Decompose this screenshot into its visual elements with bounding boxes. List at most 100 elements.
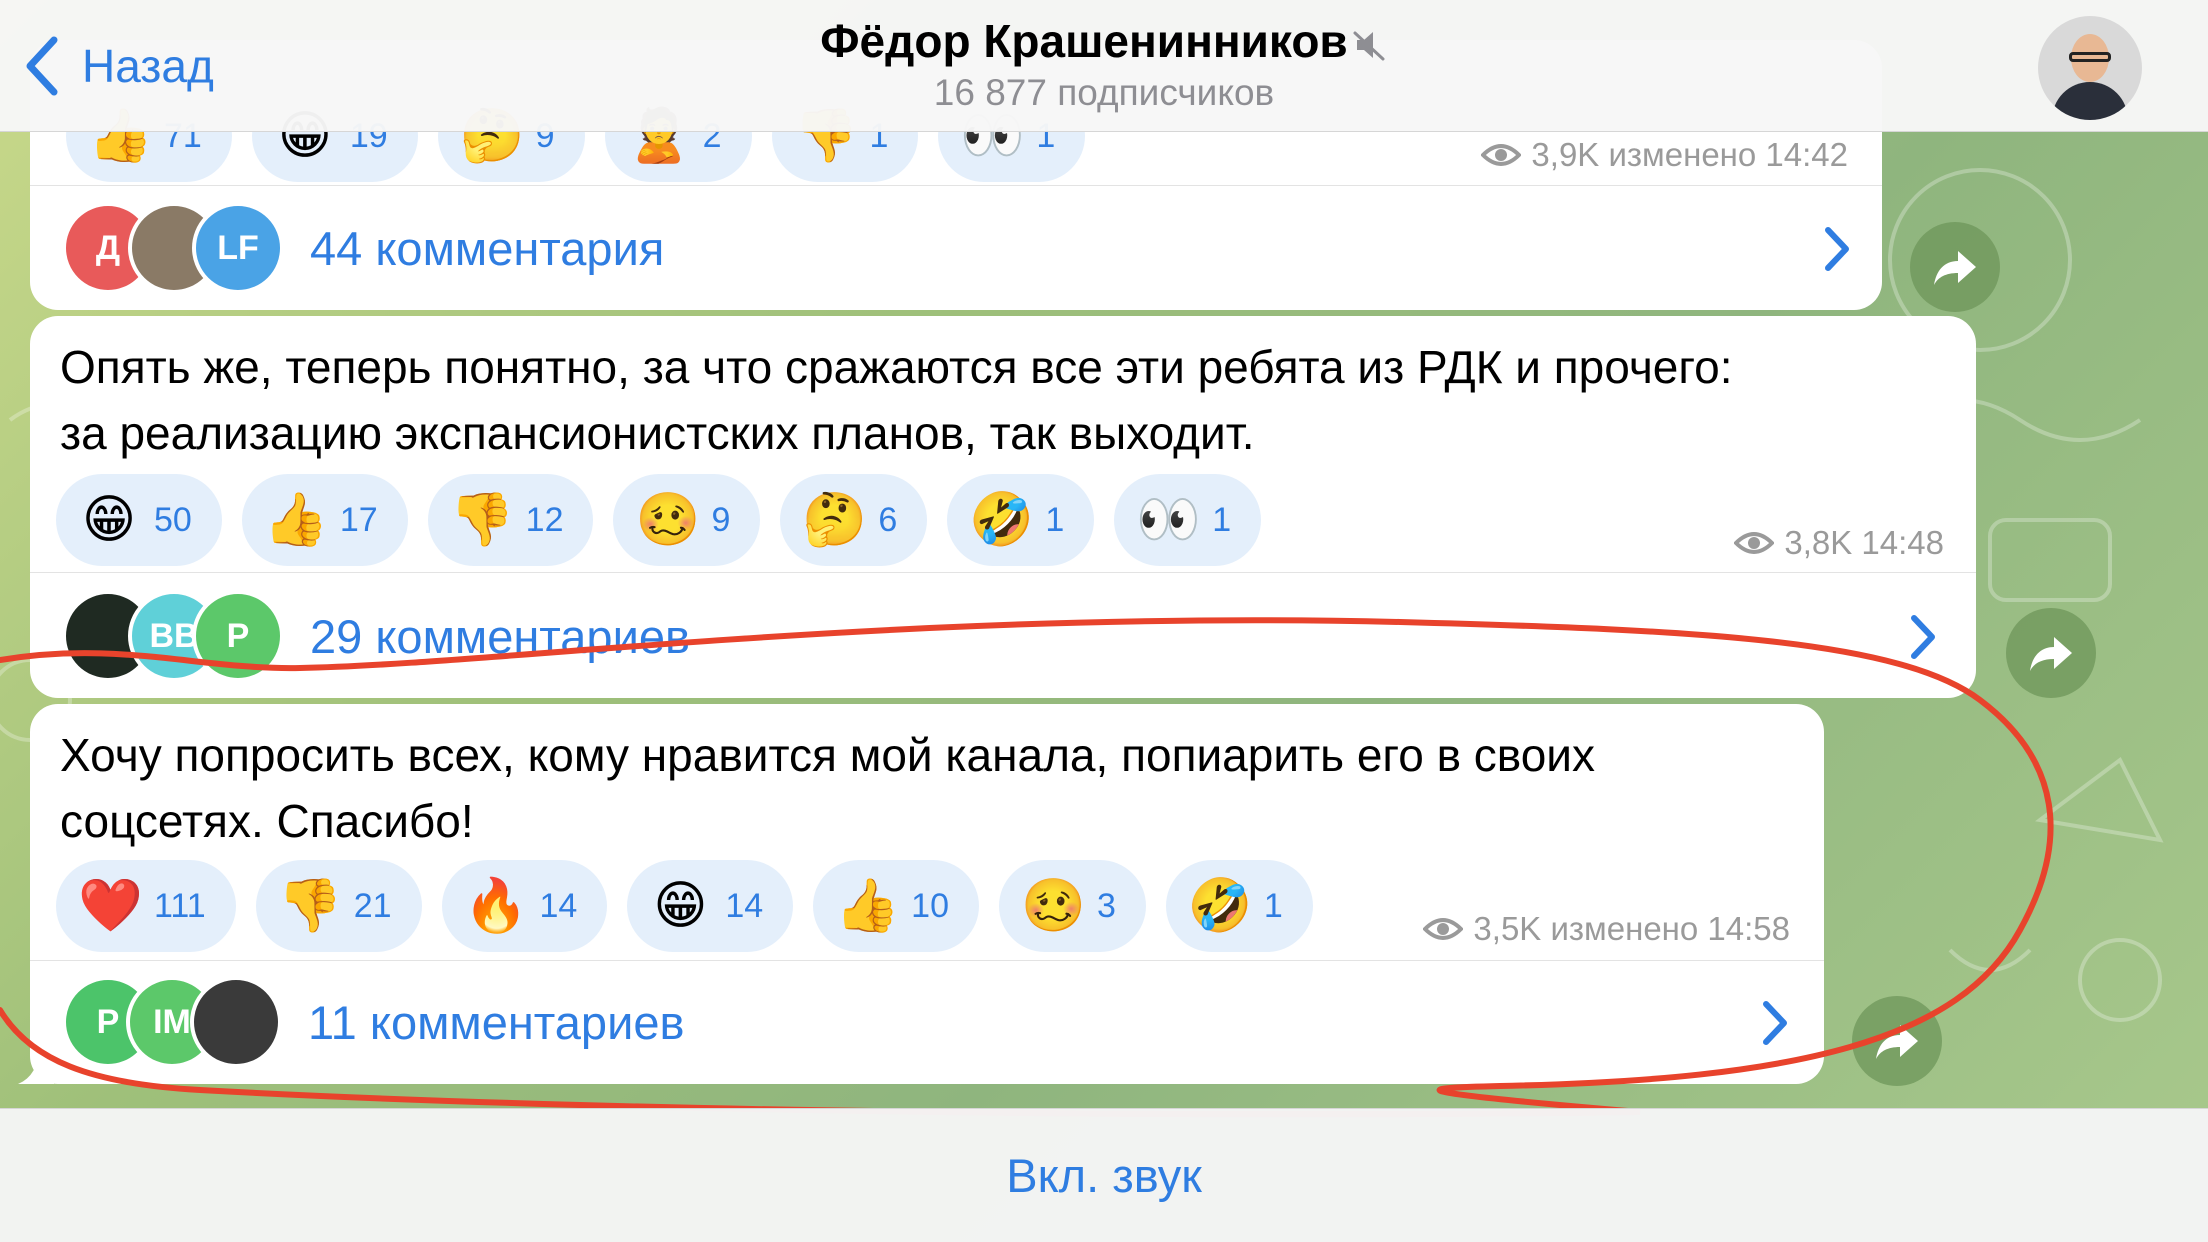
thumbs-up-icon: 👍	[835, 877, 900, 935]
reaction-count: 6	[878, 500, 898, 539]
channel-avatar[interactable]	[2038, 16, 2142, 120]
chevron-right-icon	[1911, 615, 1935, 659]
avatar-glasses	[2069, 52, 2111, 62]
share-arrow-icon	[1876, 1025, 1918, 1059]
message-time: 14:48	[1861, 524, 1944, 561]
reaction-heart[interactable]: ❤️ 111	[56, 860, 236, 952]
reaction-count: 21	[353, 886, 392, 925]
eye-icon	[1423, 918, 1464, 940]
thinking-icon: 🤔	[802, 491, 868, 549]
reaction-eyes[interactable]: 👀 1	[1114, 474, 1262, 566]
commenter-avatar: LF	[192, 202, 284, 294]
avatar-initials: Р	[96, 1002, 120, 1041]
share-arrow-icon	[2030, 637, 2072, 671]
view-count: 3,9K	[1531, 136, 1600, 173]
reaction-count: 1	[1045, 500, 1065, 539]
comments-label: 29 комментариев	[310, 609, 690, 663]
reaction-grin[interactable]: 😁 50	[56, 474, 222, 566]
reaction-grin[interactable]: 😁 14	[627, 860, 794, 952]
chevron-right-icon	[1763, 1001, 1787, 1045]
reaction-count: 111	[154, 886, 206, 925]
view-count: 3,5K	[1473, 910, 1542, 947]
woozy-face-icon: 🥴	[1021, 877, 1086, 935]
message-text: Хочу попросить всех, кому нравится мой к…	[60, 722, 1595, 854]
reaction-count: 12	[525, 500, 564, 539]
avatar-suit	[2052, 82, 2128, 120]
comments-link[interactable]: ВВ Р 29 комментариев	[30, 576, 1976, 696]
thumbs-down-icon: 👎	[449, 491, 515, 549]
comments-link[interactable]: Р IM 11 комментариев	[30, 962, 1824, 1082]
fire-icon: 🔥	[463, 877, 529, 935]
heart-icon: ❤️	[78, 877, 143, 935]
avatar-initials: LF	[217, 228, 259, 267]
message-meta: 3,8K 14:48	[1734, 524, 1944, 562]
chat-header: Назад Фёдор Крашенинников 16 877 подписч…	[0, 0, 2208, 132]
comments-link[interactable]: Д LF 44 комментария	[30, 188, 1882, 308]
commenter-avatar: Р	[192, 590, 284, 682]
reaction-count: 9	[711, 500, 731, 539]
speaker-muted-icon	[1353, 31, 1385, 61]
unmute-button[interactable]: Вкл. звук	[1006, 1148, 1202, 1203]
message-bubble-3[interactable]: Хочу попросить всех, кому нравится мой к…	[30, 704, 1824, 1084]
avatar-initials: IM	[153, 1002, 191, 1041]
reaction-thumbs-up[interactable]: 👍 17	[241, 474, 408, 566]
reaction-count: 3	[1097, 886, 1116, 925]
reaction-fire[interactable]: 🔥 14	[441, 860, 608, 952]
woozy-face-icon: 🥴	[635, 491, 701, 549]
eye-icon	[1734, 532, 1775, 554]
rofl-icon: 🤣	[969, 491, 1035, 549]
share-arrow-icon	[1934, 251, 1976, 285]
reaction-thumbs-up[interactable]: 👍 10	[813, 860, 979, 952]
reaction-row: 😁 50 👍 17 👎 12 🥴 9 🤔 6 🤣 1 👀 1	[56, 474, 1281, 566]
message-line: Опять же, теперь понятно, за что сражают…	[60, 341, 1733, 393]
commenter-avatar	[190, 976, 282, 1068]
reaction-count: 10	[911, 886, 949, 925]
subscriber-count: 16 877 подписчиков	[933, 72, 1275, 113]
share-button[interactable]	[2006, 608, 2096, 698]
reaction-count: 17	[339, 500, 378, 539]
message-time: изменено 14:58	[1550, 910, 1790, 947]
reaction-woozy[interactable]: 🥴 3	[999, 860, 1146, 952]
thumbs-up-icon: 👍	[263, 491, 329, 549]
message-text: Опять же, теперь понятно, за что сражают…	[60, 334, 1733, 466]
chevron-right-icon	[1825, 227, 1849, 271]
divider	[30, 960, 1824, 961]
message-meta: 3,5K изменено 14:58	[1423, 910, 1790, 948]
message-time: изменено 14:42	[1608, 136, 1848, 173]
reaction-count: 14	[539, 886, 578, 925]
message-bubble-2[interactable]: Опять же, теперь понятно, за что сражают…	[30, 316, 1976, 698]
comments-label: 11 комментариев	[308, 995, 685, 1049]
share-button[interactable]	[1910, 222, 2000, 312]
divider	[30, 185, 1882, 186]
reaction-thinking[interactable]: 🤔 6	[780, 474, 928, 566]
reaction-count: 1	[1263, 886, 1283, 925]
message-line: Хочу попросить всех, кому нравится мой к…	[60, 729, 1595, 781]
thumbs-down-icon: 👎	[277, 877, 343, 935]
reaction-rofl[interactable]: 🤣 1	[947, 474, 1095, 566]
reaction-woozy[interactable]: 🥴 9	[613, 474, 761, 566]
grin-icon: 😁	[81, 491, 137, 549]
avatar-initials: Р	[226, 616, 250, 655]
bubble-tail	[18, 1046, 54, 1084]
comments-label: 44 комментария	[310, 221, 665, 275]
reaction-thumbs-down[interactable]: 👎 12	[427, 474, 594, 566]
bottom-bar: Вкл. звук	[0, 1108, 2208, 1242]
divider	[30, 572, 1976, 573]
view-count: 3,8K	[1784, 524, 1853, 561]
rofl-icon: 🤣	[1187, 877, 1253, 935]
avatar-initials: Д	[95, 228, 121, 267]
reaction-thumbs-down[interactable]: 👎 21	[255, 860, 422, 952]
reaction-count: 50	[154, 500, 192, 539]
reaction-rofl[interactable]: 🤣 1	[1165, 860, 1313, 952]
channel-name: Фёдор Крашенинников	[820, 15, 1348, 67]
message-line: за реализацию экспансионистских планов, …	[60, 407, 1255, 459]
eyes-icon: 👀	[1136, 491, 1201, 549]
reaction-count: 1	[1212, 500, 1232, 539]
reaction-row: ❤️ 111 👎 21 🔥 14 😁 14 👍 10 🥴 3 🤣 1	[56, 860, 1333, 952]
reaction-count: 14	[725, 886, 764, 925]
channel-title[interactable]: Фёдор Крашенинников	[0, 14, 2208, 68]
message-line: соцсетях. Спасибо!	[60, 795, 474, 847]
share-button[interactable]	[1852, 996, 1942, 1086]
message-meta: 3,9K изменено 14:42	[1481, 136, 1848, 174]
eye-icon	[1481, 144, 1522, 166]
